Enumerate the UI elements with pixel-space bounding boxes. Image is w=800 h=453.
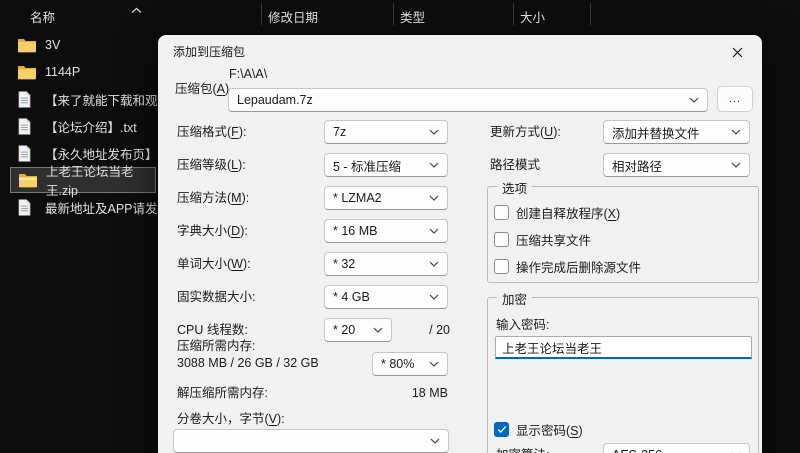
solid-block-select[interactable]: * 4 GB <box>324 285 448 309</box>
text-file-icon <box>17 90 37 108</box>
encryption-method-label: 加密算法: <box>496 447 549 453</box>
chevron-down-icon <box>429 228 439 234</box>
column-divider[interactable] <box>261 3 262 25</box>
dictionary-label: 字典大小(D): <box>177 224 248 238</box>
file-row-selected[interactable]: 上老王论坛当老王.zip <box>10 165 156 198</box>
shared-files-checkbox-row[interactable]: 压缩共享文件 <box>494 231 591 248</box>
chevron-down-icon <box>429 361 439 367</box>
method-label: 压缩方法(M): <box>177 191 250 205</box>
folder-icon <box>17 64 37 81</box>
archive-name-combobox[interactable] <box>228 88 708 112</box>
archive-name-input[interactable] <box>237 93 689 107</box>
sfx-checkbox-label: 创建自释放程序(X) <box>516 207 621 221</box>
chevron-down-icon <box>689 97 699 103</box>
level-label: 压缩等级(L): <box>177 158 246 172</box>
show-password-checkbox-row[interactable]: 显示密码(S) <box>494 421 583 438</box>
path-mode-label: 路径模式 <box>490 158 541 172</box>
file-name: 【来了就能下载和观看! <box>45 93 174 108</box>
chevron-down-icon <box>731 129 741 135</box>
zip-file-icon <box>18 172 38 189</box>
cpu-threads-label: CPU 线程数: <box>177 323 248 337</box>
password-label: 输入密码: <box>496 318 550 332</box>
update-mode-label: 更新方式(U): <box>490 125 561 139</box>
volume-size-label: 分卷大小，字节(V): <box>177 412 285 426</box>
chevron-down-icon <box>429 195 439 201</box>
checkbox-unchecked-icon[interactable] <box>494 232 509 247</box>
options-group-title: 选项 <box>497 178 533 197</box>
format-label: 压缩格式(F): <box>177 125 247 139</box>
word-size-select[interactable]: * 32 <box>324 252 448 276</box>
chevron-down-icon <box>429 294 439 300</box>
shared-files-checkbox-label: 压缩共享文件 <box>516 234 592 248</box>
screen: 名称 修改日期 类型 大小 3V 1144P 【来了就能下载和观看! 【论坛介绍… <box>0 0 800 453</box>
memory-compress-detail: 3088 MB / 26 GB / 32 GB <box>177 356 319 370</box>
text-file-icon <box>17 117 37 135</box>
text-file-icon <box>17 144 37 162</box>
column-divider[interactable] <box>393 3 394 25</box>
memory-decompress-label: 解压缩所需内存: <box>177 386 268 400</box>
column-header-name[interactable]: 名称 <box>30 7 55 26</box>
method-select[interactable]: * LZMA2 <box>324 186 448 210</box>
level-select[interactable]: 5 - 标准压缩 <box>324 153 448 177</box>
update-mode-select[interactable]: 添加并替换文件 <box>603 120 750 144</box>
chevron-down-icon <box>430 438 440 444</box>
solid-block-label: 固实数据大小: <box>177 290 256 304</box>
text-file-icon <box>17 198 37 216</box>
checkbox-unchecked-icon[interactable] <box>494 259 509 274</box>
column-header-size[interactable]: 大小 <box>520 7 545 26</box>
column-header-type[interactable]: 类型 <box>400 7 425 26</box>
encryption-group-title: 加密 <box>497 289 533 308</box>
archive-path: F:\A\A\ <box>229 67 268 81</box>
show-password-checkbox-label: 显示密码(S) <box>516 424 583 438</box>
close-icon <box>732 47 742 57</box>
folder-icon <box>17 37 37 54</box>
column-header-modified[interactable]: 修改日期 <box>268 7 318 26</box>
delete-after-checkbox-label: 操作完成后删除源文件 <box>516 261 642 275</box>
chevron-down-icon <box>429 162 439 168</box>
archive-label: 压缩包(A) <box>175 82 230 96</box>
checkbox-checked-icon[interactable] <box>494 422 509 437</box>
add-to-archive-dialog: 添加到压缩包 压缩包(A) F:\A\A\ ... 压缩格式(F): 7z 压缩… <box>158 35 762 453</box>
delete-after-checkbox-row[interactable]: 操作完成后删除源文件 <box>494 258 641 275</box>
column-divider[interactable] <box>513 3 514 25</box>
file-name: 【论坛介绍】.txt <box>45 120 137 135</box>
cpu-threads-max: / 20 <box>429 323 450 337</box>
sort-ascending-icon <box>131 1 142 14</box>
file-name: 1144P <box>45 65 81 79</box>
format-select[interactable]: 7z <box>324 120 448 144</box>
memory-decompress-value: 18 MB <box>411 386 448 400</box>
password-input[interactable] <box>495 336 752 359</box>
encryption-method-select[interactable]: AES-256 <box>603 443 750 453</box>
chevron-down-icon <box>429 261 439 267</box>
word-size-label: 单词大小(W): <box>177 257 251 271</box>
sfx-checkbox-row[interactable]: 创建自释放程序(X) <box>494 204 620 221</box>
checkbox-unchecked-icon[interactable] <box>494 205 509 220</box>
browse-button[interactable]: ... <box>717 86 753 112</box>
memory-compress-label: 压缩所需内存: <box>177 339 256 353</box>
memory-usage-select[interactable]: * 80% <box>372 352 448 376</box>
dialog-title: 添加到压缩包 <box>173 45 246 59</box>
volume-size-combobox[interactable] <box>173 429 449 453</box>
file-name: 3V <box>45 38 61 52</box>
close-button[interactable] <box>720 39 754 65</box>
dictionary-select[interactable]: * 16 MB <box>324 219 448 243</box>
path-mode-select[interactable]: 相对路径 <box>603 153 750 177</box>
chevron-down-icon <box>731 162 741 168</box>
column-divider[interactable] <box>590 3 591 25</box>
chevron-down-icon <box>429 129 439 135</box>
file-name: 【永久地址发布页】.txt <box>45 147 175 162</box>
